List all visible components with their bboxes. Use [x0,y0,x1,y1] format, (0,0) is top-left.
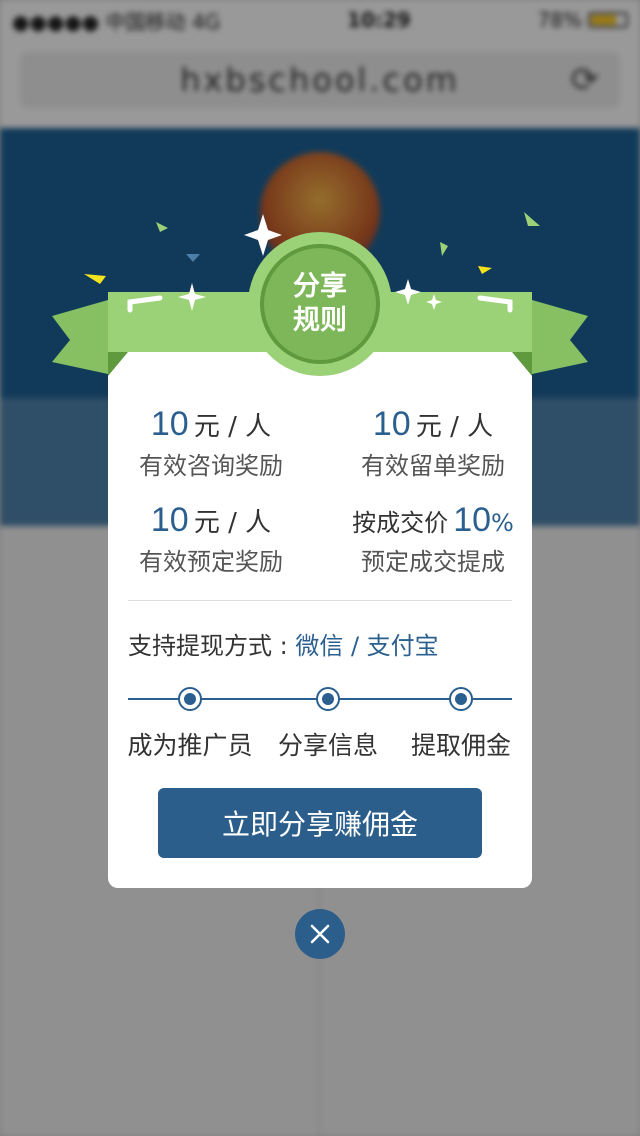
divider [128,600,512,601]
badge-line1: 分享 [293,271,347,302]
reward-desc: 有效预定奖励 [139,548,283,576]
withdraw-label: 支持提现方式 : [128,632,296,660]
reward-consult: 10 元 / 人 有效咨询奖励 [116,404,306,481]
withdraw-method-list: 微信 / 支付宝 [295,632,439,660]
step-label: 提取佣金 [410,731,511,760]
reward-unit: 元 / 人 [193,508,272,538]
reward-unit: 元 / 人 [415,412,494,442]
step-dot-icon [449,687,473,711]
reward-commission: 按成交价 10% 预定成交提成 [338,500,528,577]
step-dot-icon [178,687,202,711]
reward-booking: 10 元 / 人 有效预定奖励 [116,500,306,577]
step-dot-icon [316,687,340,711]
close-icon [310,924,330,944]
rules-badge-inner: 分享 规则 [260,244,380,364]
withdraw-methods: 支持提现方式 : 微信 / 支付宝 [128,626,439,661]
badge-line2: 规则 [293,305,347,336]
step-label: 分享信息 [277,731,378,760]
rules-badge: 分享 规则 [248,232,392,376]
close-button[interactable] [295,909,345,959]
reward-lead: 10 元 / 人 有效留单奖励 [338,404,528,481]
reward-amount: 10 [150,501,189,539]
reward-desc: 有效咨询奖励 [139,452,283,480]
reward-amount: 10 [150,405,189,443]
reward-unit: % [491,509,514,537]
reward-amount: 10 [372,405,411,443]
reward-prefix: 按成交价 [352,509,449,537]
step-label: 成为推广员 [127,731,253,760]
reward-desc: 预定成交提成 [361,548,505,576]
reward-desc: 有效留单奖励 [361,452,505,480]
reward-unit: 元 / 人 [193,412,272,442]
reward-amount: 10 [453,501,492,539]
share-rules-dialog: 10 元 / 人 有效咨询奖励 10 元 / 人 有效留单奖励 10 元 / 人… [108,346,532,888]
share-earn-button[interactable]: 立即分享赚佣金 [158,788,482,858]
